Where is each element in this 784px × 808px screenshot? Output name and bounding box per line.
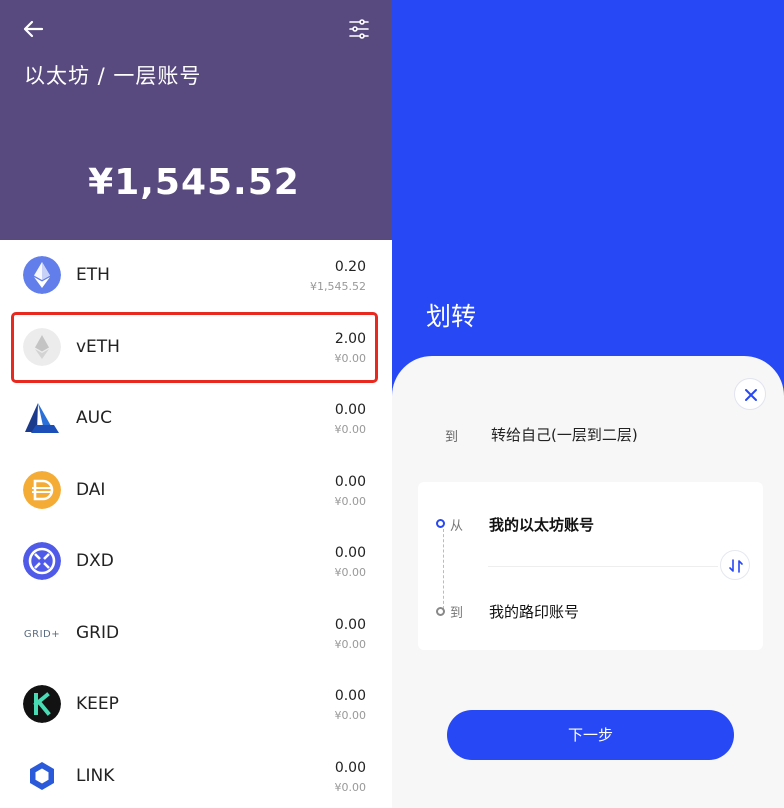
transfer-sheet: 到 转给自己(一层到二层) 从 我的以太坊账号 到 我的路印账号 下一步 [392, 356, 784, 808]
account-route-card: 从 我的以太坊账号 到 我的路印账号 [418, 482, 763, 650]
asset-fiat-value: ¥0.00 [334, 351, 367, 365]
keep-icon [23, 685, 61, 723]
asset-fiat-value: ¥1,545.52 [310, 280, 366, 293]
eth-icon [23, 256, 61, 294]
asset-amount: 0.00 [334, 616, 366, 633]
asset-amount: 0.00 [334, 759, 366, 776]
asset-amount: 2.00 [334, 330, 366, 347]
from-account[interactable]: 我的以太坊账号 [489, 514, 594, 535]
asset-row-dai[interactable]: DAI 0.00 ¥0.00 [0, 455, 392, 527]
total-balance: ¥1,545.52 [88, 162, 300, 203]
transfer-title: 划转 [426, 302, 477, 331]
destination-label: 到 [445, 430, 459, 445]
transfer-panel: 划转 到 转给自己(一层到二层) 从 我的以太坊账号 到 我的路印账号 下一步 [392, 0, 784, 808]
auc-icon [25, 403, 59, 433]
grid-logo-text: GRID+ [24, 629, 60, 640]
asset-row-eth[interactable]: ETH 0.20 ¥1,545.52 [0, 240, 392, 312]
veth-icon [23, 327, 61, 366]
asset-symbol: DAI [76, 479, 106, 500]
grid-icon: GRID+ [24, 629, 60, 640]
asset-amount: 0.00 [334, 402, 366, 418]
asset-symbol: AUC [76, 408, 112, 428]
asset-row-grid[interactable]: GRID+ GRID 0.00 ¥0.00 [0, 598, 392, 670]
asset-symbol: vETH [76, 336, 120, 357]
filter-settings-icon[interactable] [347, 17, 371, 41]
back-arrow-icon[interactable] [20, 16, 46, 42]
asset-amount: 0.00 [334, 545, 366, 561]
asset-row-dxd[interactable]: DXD 0.00 ¥0.00 [0, 526, 392, 598]
asset-symbol: LINK [76, 765, 115, 786]
asset-fiat-value: ¥0.00 [334, 494, 367, 508]
link-icon [30, 761, 54, 790]
dxd-icon [23, 542, 61, 580]
asset-fiat-value: ¥0.00 [334, 709, 367, 722]
from-label: 从 [450, 519, 464, 534]
asset-amount: 0.20 [334, 259, 366, 275]
asset-symbol: DXD [76, 551, 114, 571]
to-account[interactable]: 我的路印账号 [489, 601, 579, 622]
destination-select[interactable]: 转给自己(一层到二层) [491, 424, 638, 445]
asset-fiat-value: ¥0.00 [334, 566, 367, 579]
dai-icon [23, 470, 61, 509]
asset-row-keep[interactable]: KEEP 0.00 ¥0.00 [0, 669, 392, 741]
asset-symbol: KEEP [76, 694, 119, 714]
to-dot-icon [436, 607, 445, 616]
asset-fiat-value: ¥0.00 [334, 637, 367, 651]
asset-list: ETH 0.20 ¥1,545.52 vETH 2.00 ¥0.00 AUC 0… [0, 240, 392, 808]
swap-button[interactable] [720, 550, 750, 580]
close-button[interactable] [734, 378, 766, 410]
divider [488, 566, 718, 567]
asset-fiat-value: ¥0.00 [334, 423, 367, 436]
wallet-panel: 以太坊 / 一层账号 ¥1,545.52 ETH 0.20 ¥1,545.52 … [0, 0, 392, 808]
wallet-header: 以太坊 / 一层账号 ¥1,545.52 [0, 0, 392, 240]
asset-amount: 0.00 [334, 473, 366, 490]
asset-row-veth[interactable]: vETH 2.00 ¥0.00 [0, 312, 392, 384]
asset-amount: 0.00 [334, 688, 366, 704]
asset-symbol: GRID [76, 622, 120, 643]
close-icon [745, 389, 757, 401]
asset-row-auc[interactable]: AUC 0.00 ¥0.00 [0, 383, 392, 455]
asset-symbol: ETH [76, 265, 110, 285]
asset-row-link[interactable]: LINK 0.00 ¥0.00 [0, 741, 392, 808]
next-step-button[interactable]: 下一步 [447, 710, 734, 760]
page-title: 以太坊 / 一层账号 [24, 64, 202, 88]
asset-fiat-value: ¥0.00 [334, 780, 367, 794]
route-line [443, 529, 444, 609]
to-label: 到 [450, 606, 464, 621]
from-dot-icon [436, 519, 445, 528]
swap-icon [729, 559, 743, 573]
